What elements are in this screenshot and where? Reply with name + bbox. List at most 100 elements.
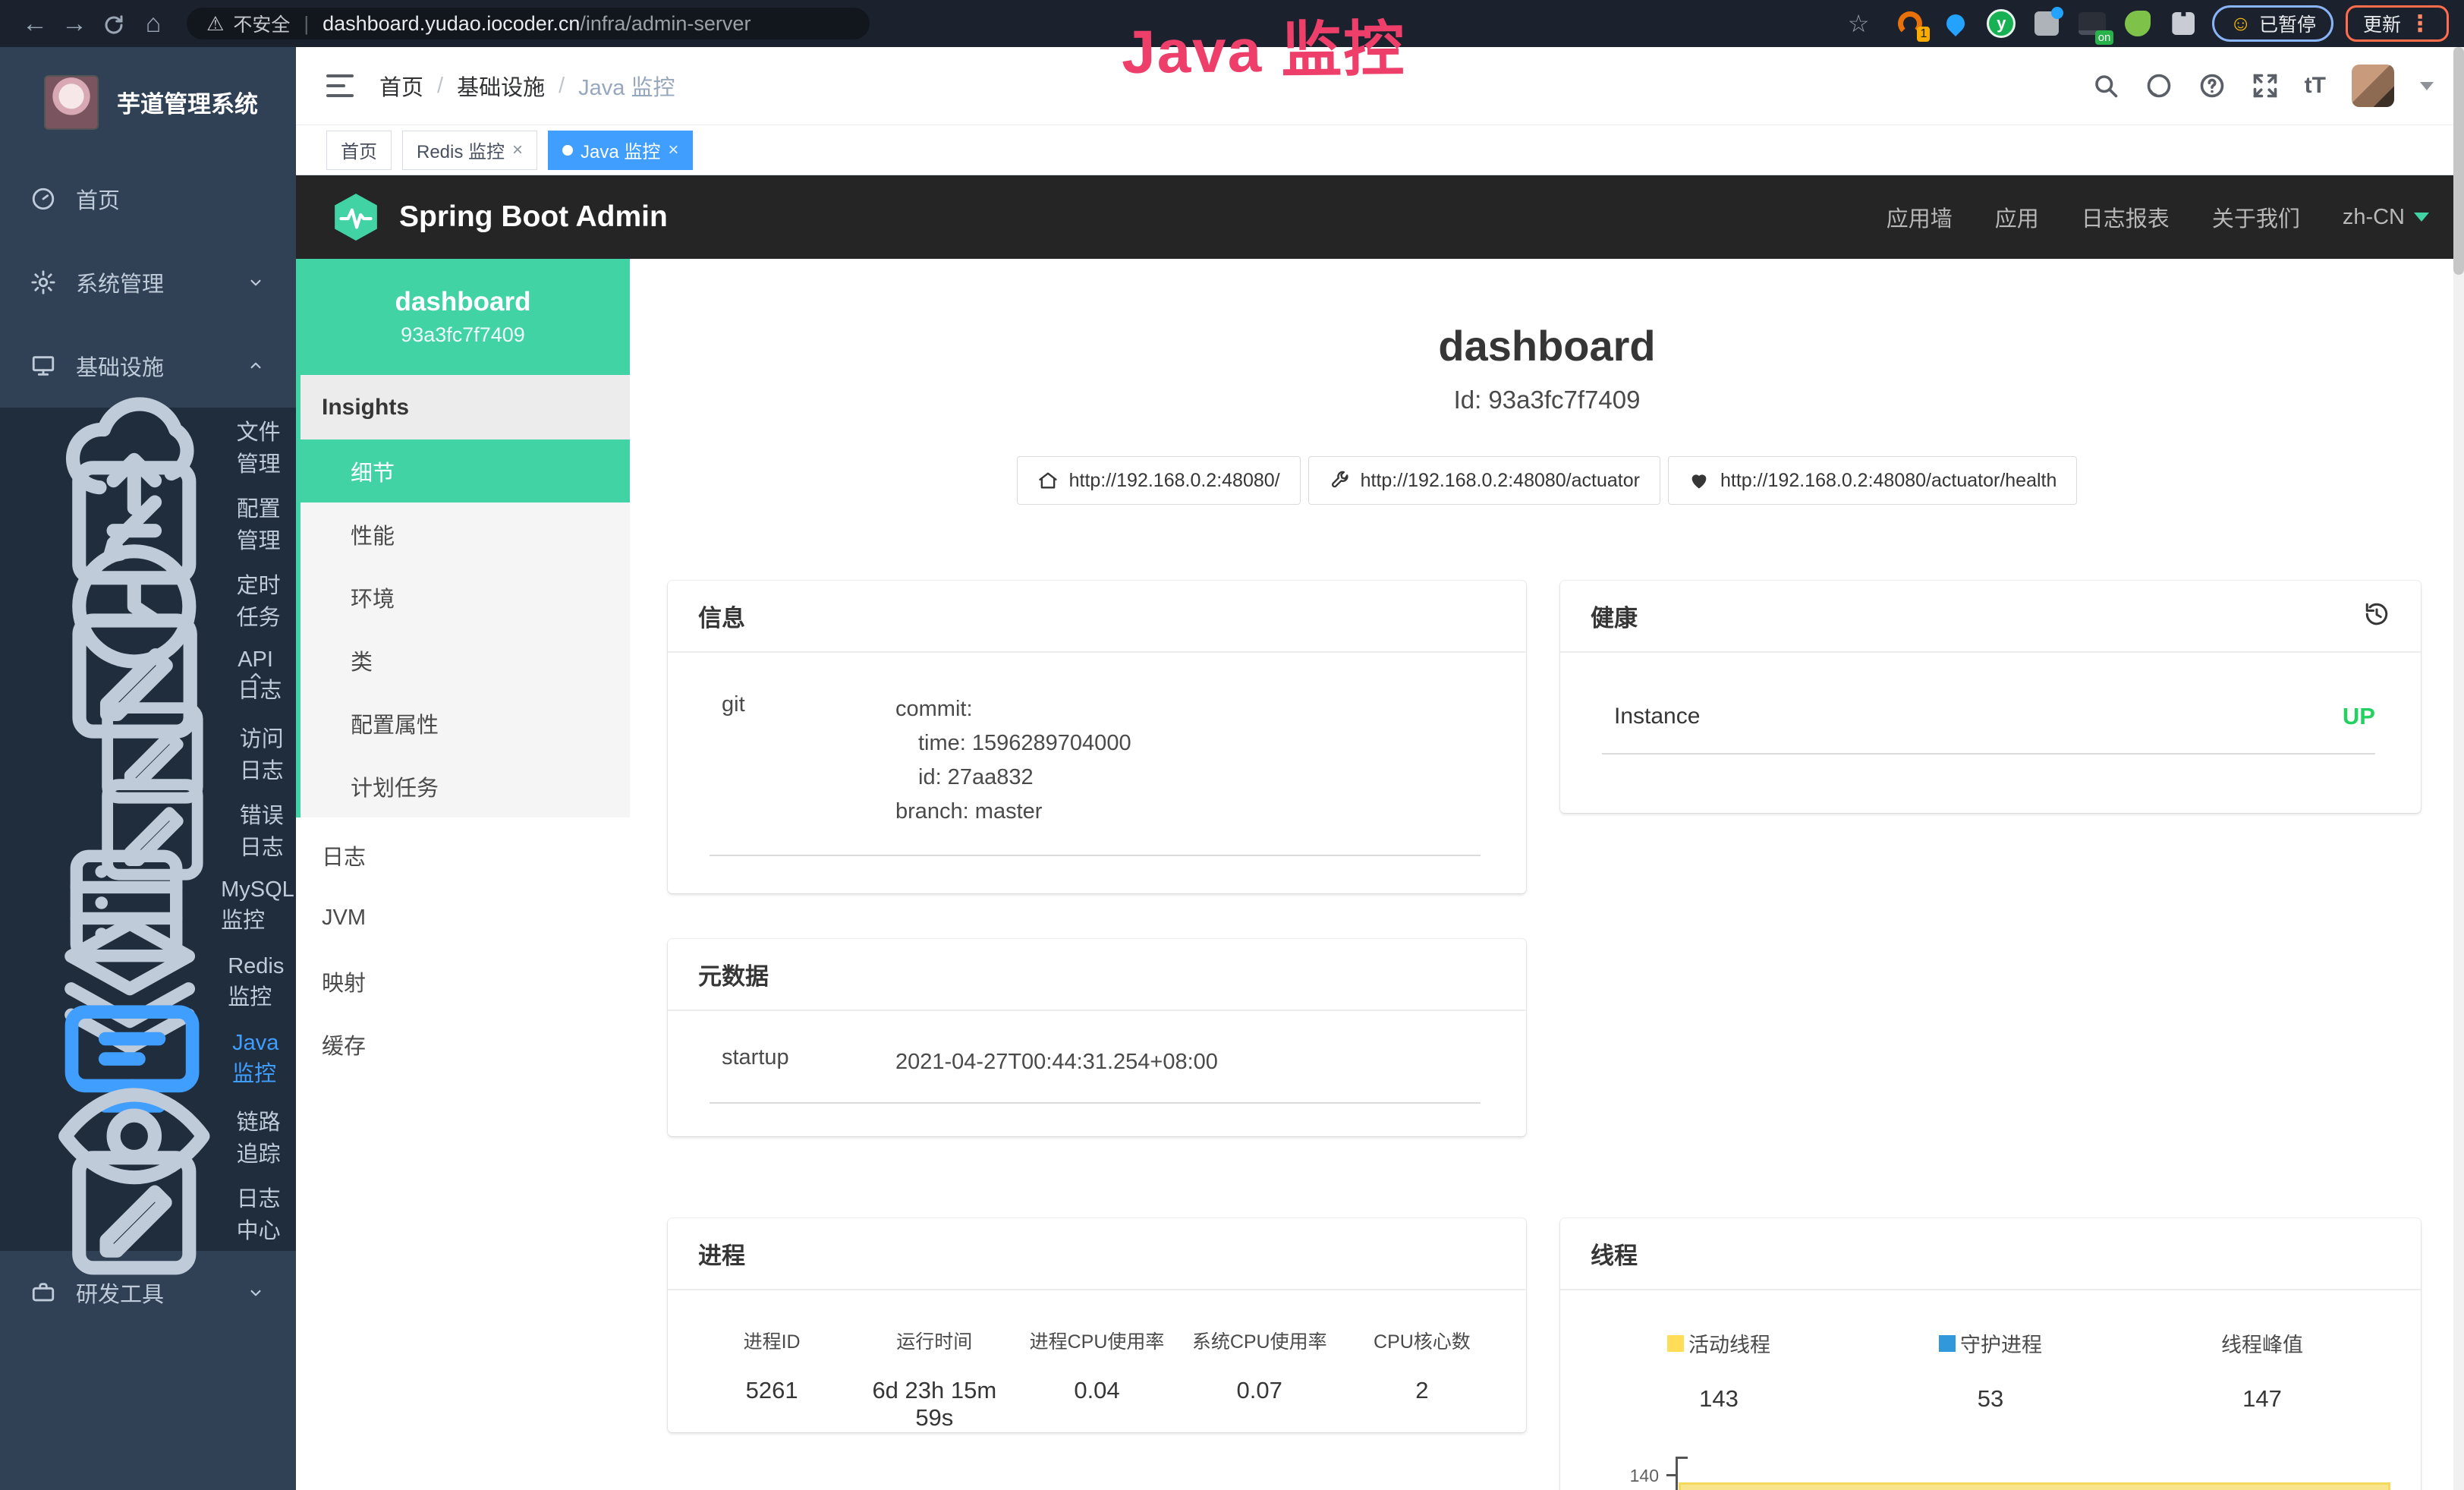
chevron-down-icon: [246, 272, 266, 292]
live-threads-area: [1679, 1482, 2390, 1490]
home-icon: [1037, 470, 1059, 491]
sba-item-environment[interactable]: 环境: [301, 565, 630, 628]
extension-icon[interactable]: 1: [1893, 7, 1927, 40]
sba-content: dashboard Id: 93a3fc7f7409 http://192.16…: [630, 259, 2464, 1490]
annotation-text: Java 监控: [1121, 0, 1405, 91]
chevron-down-icon: [246, 1283, 266, 1303]
health-card-title: 健康: [1591, 599, 1638, 633]
grid-extension-icon[interactable]: [2030, 7, 2063, 40]
leaf-extension-icon[interactable]: [2121, 7, 2154, 40]
active-dot: [562, 145, 573, 156]
search-icon[interactable]: [2092, 72, 2119, 99]
page-id-line: Id: 93a3fc7f7409: [630, 386, 2464, 414]
sba-item-jvm[interactable]: JVM: [296, 887, 630, 950]
sidebar-item-home[interactable]: 首页: [0, 157, 296, 241]
url-path: /infra/admin-server: [580, 12, 751, 35]
avatar-caret-icon[interactable]: [2420, 82, 2434, 90]
app-logo-row[interactable]: 芋道管理系统: [0, 47, 296, 157]
sba-nav-journal[interactable]: 日志报表: [2082, 201, 2170, 233]
tab-home[interactable]: 首页: [326, 131, 392, 170]
address-bar[interactable]: ⚠ 不安全 | dashboard.yudao.iocoder.cn/infra…: [187, 8, 870, 39]
breadcrumb-home[interactable]: 首页: [379, 70, 423, 102]
pin-extension-icon[interactable]: [1939, 7, 1972, 40]
app-logo: [44, 75, 99, 130]
bookmark-star-icon[interactable]: ☆: [1848, 9, 1870, 38]
font-size-icon[interactable]: tT: [2305, 73, 2326, 99]
security-label: 不安全: [233, 10, 290, 37]
instance-id: 93a3fc7f7409: [401, 323, 525, 347]
user-avatar[interactable]: [2352, 65, 2394, 107]
sba-nav-applications[interactable]: 应用: [1995, 201, 2039, 233]
tab-java[interactable]: Java 监控 ×: [548, 131, 693, 170]
history-icon[interactable]: [2363, 600, 2390, 632]
sba-nav-wallboard[interactable]: 应用墙: [1887, 201, 1953, 233]
tags-view: 首页 Redis 监控 × Java 监控 ×: [296, 125, 2464, 175]
forward-icon[interactable]: →: [55, 0, 94, 47]
process-card-title: 进程: [698, 1236, 745, 1271]
sidebar-item-devtools[interactable]: 研发工具: [0, 1251, 296, 1334]
close-icon[interactable]: ×: [668, 140, 678, 161]
service-url-button[interactable]: http://192.168.0.2:48080/: [1017, 456, 1301, 505]
breadcrumb: 首页 / 基础设施 / Java 监控: [379, 70, 675, 102]
metadata-card-title: 元数据: [698, 957, 769, 991]
sba-item-details[interactable]: 细节: [301, 439, 630, 502]
health-url-button[interactable]: http://192.168.0.2:48080/actuator/health: [1668, 456, 2077, 505]
tab-redis[interactable]: Redis 监控 ×: [402, 131, 537, 170]
threads-chart: 140 120 100: [1606, 1452, 2390, 1490]
github-icon[interactable]: [2145, 72, 2173, 99]
sba-item-scheduled[interactable]: 计划任务: [301, 754, 630, 817]
threads-card-title: 线程: [1591, 1236, 1638, 1271]
sidebar-item-system[interactable]: 系统管理: [0, 241, 296, 324]
sba-logo-icon: [331, 192, 381, 242]
hamburger-icon[interactable]: [326, 74, 354, 97]
daemon-threads-swatch: [1939, 1335, 1956, 1352]
info-card: 信息 git commit: time: 1596289704000 id: 2…: [668, 581, 1526, 893]
back-icon[interactable]: ←: [15, 0, 55, 47]
sidebar-item-log-center[interactable]: 日志中心: [0, 1174, 296, 1251]
sba-item-caches[interactable]: 缓存: [296, 1013, 630, 1076]
info-card-title: 信息: [698, 599, 745, 633]
sba-locale-select[interactable]: zh-CN: [2343, 205, 2429, 230]
sba-brand[interactable]: Spring Boot Admin: [331, 192, 668, 242]
chevron-up-icon: [246, 356, 266, 376]
list-extension-icon[interactable]: on: [2075, 7, 2109, 40]
sba-section-insights: Insights: [301, 375, 630, 439]
instance-links: http://192.168.0.2:48080/ http://192.168…: [630, 456, 2464, 505]
puzzle-extensions-icon[interactable]: [2167, 7, 2200, 40]
youdao-extension-icon[interactable]: y: [1984, 7, 2018, 40]
fullscreen-icon[interactable]: [2252, 72, 2279, 99]
url-separator: |: [304, 12, 309, 36]
scrollbar-thumb[interactable]: [2453, 47, 2464, 275]
gear-icon: [30, 269, 56, 295]
health-status-badge: UP: [2343, 703, 2375, 730]
sba-header: Spring Boot Admin 应用墙 应用 日志报表 关于我们 zh-CN: [296, 175, 2464, 259]
sba-item-logs[interactable]: 日志: [296, 824, 630, 887]
y-tick-140: 140: [1606, 1466, 1659, 1486]
page-scrollbar[interactable]: [2453, 47, 2464, 1490]
breadcrumb-infra[interactable]: 基础设施: [457, 70, 545, 102]
sba-item-mappings[interactable]: 映射: [296, 950, 630, 1013]
health-instance-label: Instance: [1614, 704, 1700, 729]
chevron-up-icon: [246, 666, 266, 686]
browser-menu-icon[interactable]: ⋮: [2409, 11, 2431, 37]
sba-nav-about[interactable]: 关于我们: [2212, 201, 2300, 233]
info-git-value: commit: time: 1596289704000 id: 27aa832 …: [895, 692, 1131, 829]
help-icon[interactable]: [2198, 72, 2226, 99]
close-icon[interactable]: ×: [512, 140, 523, 161]
profile-paused-badge[interactable]: ☺ 已暂停: [2212, 5, 2333, 42]
sba-instance-header[interactable]: dashboard 93a3fc7f7409: [296, 259, 630, 375]
page-title: dashboard: [630, 321, 2464, 370]
home-icon[interactable]: ⌂: [134, 0, 173, 47]
process-cpu: 0.04: [1015, 1377, 1178, 1404]
wrench-icon: [1329, 470, 1350, 491]
process-card: 进程 进程ID5261 运行时间6d 23h 15m 59s 进程CPU使用率0…: [668, 1218, 1526, 1432]
system-cpu: 0.07: [1179, 1377, 1341, 1404]
sba-item-classes[interactable]: 类: [301, 628, 630, 691]
metadata-card: 元数据 startup 2021-04-27T00:44:31.254+08:0…: [668, 939, 1526, 1136]
sba-item-metrics[interactable]: 性能: [301, 502, 630, 565]
process-pid: 5261: [691, 1377, 853, 1404]
reload-icon[interactable]: [94, 0, 134, 47]
update-button[interactable]: 更新 ⋮: [2346, 5, 2449, 42]
actuator-url-button[interactable]: http://192.168.0.2:48080/actuator: [1308, 456, 1660, 505]
sba-item-config-props[interactable]: 配置属性: [301, 691, 630, 754]
